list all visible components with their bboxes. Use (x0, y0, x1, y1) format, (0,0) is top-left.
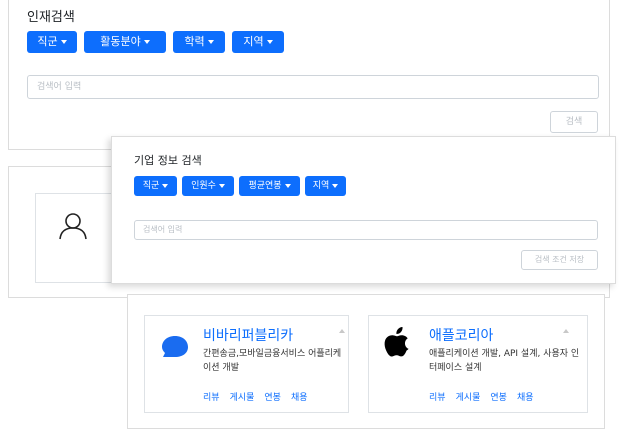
company-links: 리뷰 게시물 연봉 채용 (203, 390, 318, 403)
talent-search-panel: 인재검색 직군 활동분야 학력 지역 검색어 입력 검색 (8, 0, 610, 150)
save-search-conditions-button[interactable]: 검색 조건 저장 (521, 250, 598, 270)
company-card[interactable]: 애플코리아 애플리케이션 개발, API 설계, 사용자 인터페이스 설계 리뷰… (368, 315, 588, 413)
filter-label: 활동분야 (100, 35, 141, 48)
filter-job-group-button[interactable]: 직군 (134, 176, 177, 196)
collapse-icon[interactable] (563, 329, 569, 333)
company-results-panel: 비바리퍼블리카 간편송금,모바일금융서비스 어플리케이션 개발 리뷰 게시물 연봉 채… (127, 294, 605, 429)
company-description: 간편송금,모바일금융서비스 어플리케이션 개발 (203, 349, 342, 373)
company-name[interactable]: 비바리퍼블리카 (203, 325, 293, 345)
company-name[interactable]: 애플코리아 (429, 325, 493, 345)
filter-label: 지역 (243, 35, 264, 48)
company-search-input[interactable]: 검색어 입력 (134, 220, 598, 240)
search-placeholder: 검색어 입력 (37, 82, 82, 92)
caret-down-icon (218, 183, 225, 188)
caret-down-icon (162, 183, 169, 188)
review-link[interactable]: 리뷰 (203, 393, 220, 403)
posts-link[interactable]: 게시물 (456, 393, 481, 403)
company-links: 리뷰 게시물 연봉 채용 (429, 390, 544, 403)
filter-headcount-button[interactable]: 인원수 (182, 176, 234, 196)
caret-down-icon (60, 40, 67, 44)
company-search-title: 기업 정보 검색 (134, 154, 202, 167)
talent-search-title: 인재검색 (27, 10, 75, 25)
filter-education-button[interactable]: 학력 (173, 31, 225, 53)
save-button-label: 검색 조건 저장 (534, 255, 585, 264)
caret-down-icon (207, 40, 214, 44)
blue-speech-bubble-logo (162, 336, 188, 357)
jobs-link[interactable]: 채용 (517, 393, 534, 403)
search-button-label: 검색 (565, 117, 583, 127)
apple-logo (384, 327, 409, 357)
filter-job-group-button[interactable]: 직군 (27, 31, 77, 53)
filter-activity-button[interactable]: 활동분야 (84, 31, 166, 53)
salary-link[interactable]: 연봉 (490, 393, 507, 403)
talent-search-input[interactable]: 검색어 입력 (27, 75, 599, 99)
filter-label: 인원수 (191, 181, 216, 191)
filter-region-button[interactable]: 지역 (305, 176, 346, 196)
caret-down-icon (266, 40, 273, 44)
jobs-link[interactable]: 채용 (291, 393, 308, 403)
caret-down-icon (284, 183, 291, 188)
company-description: 애플리케이션 개발, API 설계, 사용자 인터페이스 설계 (429, 349, 580, 373)
filter-avg-salary-button[interactable]: 평균연봉 (239, 176, 300, 196)
caret-down-icon (332, 183, 339, 188)
filter-region-button[interactable]: 지역 (232, 31, 284, 53)
user-icon (59, 213, 87, 240)
company-search-panel: 기업 정보 검색 직군 인원수 평균연봉 지역 검색어 입력 검색 조건 저장 (111, 136, 616, 284)
posts-link[interactable]: 게시물 (230, 393, 255, 403)
company-card[interactable]: 비바리퍼블리카 간편송금,모바일금융서비스 어플리케이션 개발 리뷰 게시물 연봉 채… (144, 315, 349, 413)
salary-link[interactable]: 연봉 (264, 393, 281, 403)
talent-card[interactable] (35, 193, 115, 283)
caret-down-icon (143, 40, 150, 44)
filter-label: 평균연봉 (248, 181, 282, 191)
filter-label: 직군 (37, 35, 58, 48)
search-placeholder: 검색어 입력 (143, 225, 183, 234)
collapse-icon[interactable] (339, 329, 345, 333)
review-link[interactable]: 리뷰 (429, 393, 446, 403)
talent-search-button[interactable]: 검색 (550, 111, 598, 133)
filter-label: 지역 (312, 181, 330, 191)
filter-label: 직군 (142, 181, 160, 191)
filter-label: 학력 (184, 35, 205, 48)
